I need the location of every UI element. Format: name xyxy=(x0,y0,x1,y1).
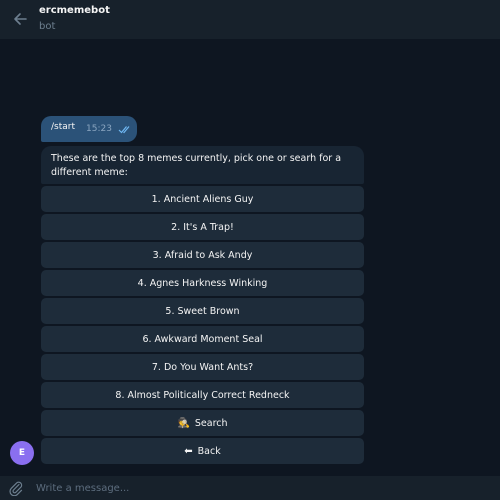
button-label: 8. Almost Politically Correct Redneck xyxy=(115,389,290,401)
detective-icon: 🕵 xyxy=(177,417,190,429)
avatar-initial: E xyxy=(18,448,26,458)
left-arrow-icon: ⬅ xyxy=(184,445,193,457)
button-label: 1. Ancient Aliens Guy xyxy=(151,193,254,205)
outgoing-message: /start 15:23 xyxy=(41,116,137,142)
meme-button-6[interactable]: 6. Awkward Moment Seal xyxy=(41,326,364,352)
meme-button-5[interactable]: 5. Sweet Brown xyxy=(41,298,364,324)
chat-header: ercmemebot bot xyxy=(0,0,500,39)
search-button[interactable]: 🕵 Search xyxy=(41,410,364,436)
bot-avatar[interactable]: E xyxy=(10,441,34,465)
message-timestamp: 15:23 xyxy=(86,124,112,134)
meme-button-8[interactable]: 8. Almost Politically Correct Redneck xyxy=(41,382,364,408)
double-check-icon xyxy=(118,126,130,134)
meme-button-7[interactable]: 7. Do You Want Ants? xyxy=(41,354,364,380)
meme-button-2[interactable]: 2. It's A Trap! xyxy=(41,214,364,240)
back-button[interactable] xyxy=(8,7,32,31)
meme-button-3[interactable]: 3. Afraid to Ask Andy xyxy=(41,242,364,268)
button-label: 5. Sweet Brown xyxy=(165,305,240,317)
outgoing-message-text: /start xyxy=(51,122,75,132)
meme-button-4[interactable]: 4. Agnes Harkness Winking xyxy=(41,270,364,296)
telegram-chat-window: ercmemebot bot /start 15:23 These are th… xyxy=(0,0,500,500)
message-composer xyxy=(0,476,500,500)
incoming-message: These are the top 8 memes currently, pic… xyxy=(41,146,364,184)
chat-subtitle: bot xyxy=(39,21,56,32)
back-arrow-icon xyxy=(14,13,27,25)
message-list: /start 15:23 These are the top 8 memes c… xyxy=(0,39,500,471)
button-label: 3. Afraid to Ask Andy xyxy=(152,249,253,261)
chat-title[interactable]: ercmemebot xyxy=(39,5,110,16)
button-label: 4. Agnes Harkness Winking xyxy=(137,277,268,289)
paperclip-icon[interactable] xyxy=(8,480,24,496)
back-keyboard-button[interactable]: ⬅ Back xyxy=(41,438,364,464)
button-label: Back xyxy=(197,445,221,457)
button-label: 6. Awkward Moment Seal xyxy=(142,333,263,345)
meme-button-1[interactable]: 1. Ancient Aliens Guy xyxy=(41,186,364,212)
button-label: 2. It's A Trap! xyxy=(171,221,234,233)
button-label: Search xyxy=(194,417,228,429)
incoming-message-text: These are the top 8 memes currently, pic… xyxy=(51,153,342,178)
message-input[interactable] xyxy=(36,478,476,498)
button-label: 7. Do You Want Ants? xyxy=(151,361,254,373)
